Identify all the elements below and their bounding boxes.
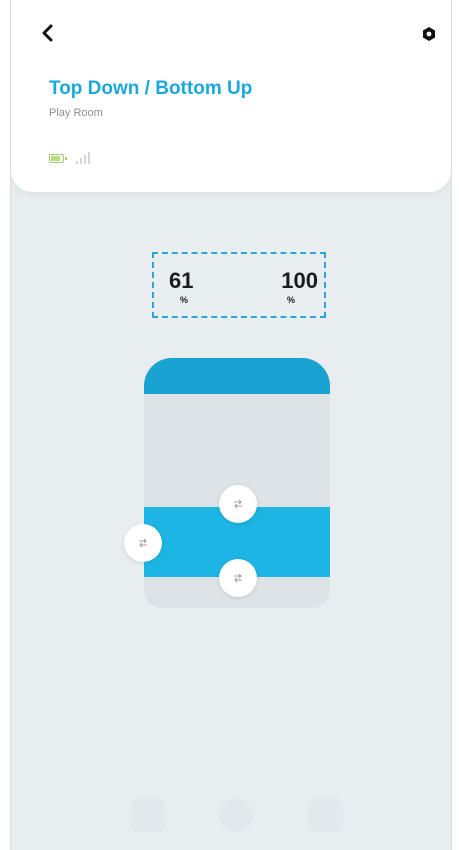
screen: Top Down / Bottom Up Play Room 61 % 100 … [10, 0, 452, 850]
page-title: Top Down / Bottom Up [49, 78, 253, 99]
preset-bar [131, 798, 343, 838]
top-position-value: 61 [169, 268, 194, 293]
shade-headrail [144, 358, 330, 394]
preset-favorite-icon[interactable] [219, 798, 253, 832]
signal-bars-icon [76, 152, 90, 164]
adjust-arrows-icon [234, 499, 242, 509]
adjust-arrows-icon [234, 573, 242, 583]
position-readout: 61 % 100 % [152, 252, 326, 318]
settings-button[interactable] [417, 22, 441, 46]
bottom-position-unit: % [287, 295, 296, 305]
preset-open-icon[interactable] [131, 798, 165, 832]
battery-icon [49, 153, 67, 163]
move-shade-handle[interactable] [124, 524, 162, 562]
top-rail-handle[interactable] [219, 485, 257, 523]
adjust-arrows-icon [139, 538, 147, 548]
room-name: Play Room [49, 107, 103, 119]
chevron-left-icon [42, 24, 53, 42]
bottom-rail-handle[interactable] [219, 559, 257, 597]
back-button[interactable] [35, 20, 61, 46]
device-status [49, 150, 90, 166]
bottom-position-value: 100 [281, 268, 318, 293]
preset-close-icon[interactable] [309, 798, 343, 832]
header-card: Top Down / Bottom Up Play Room [11, 0, 451, 192]
top-position-unit: % [180, 295, 189, 305]
gear-icon [423, 27, 435, 41]
